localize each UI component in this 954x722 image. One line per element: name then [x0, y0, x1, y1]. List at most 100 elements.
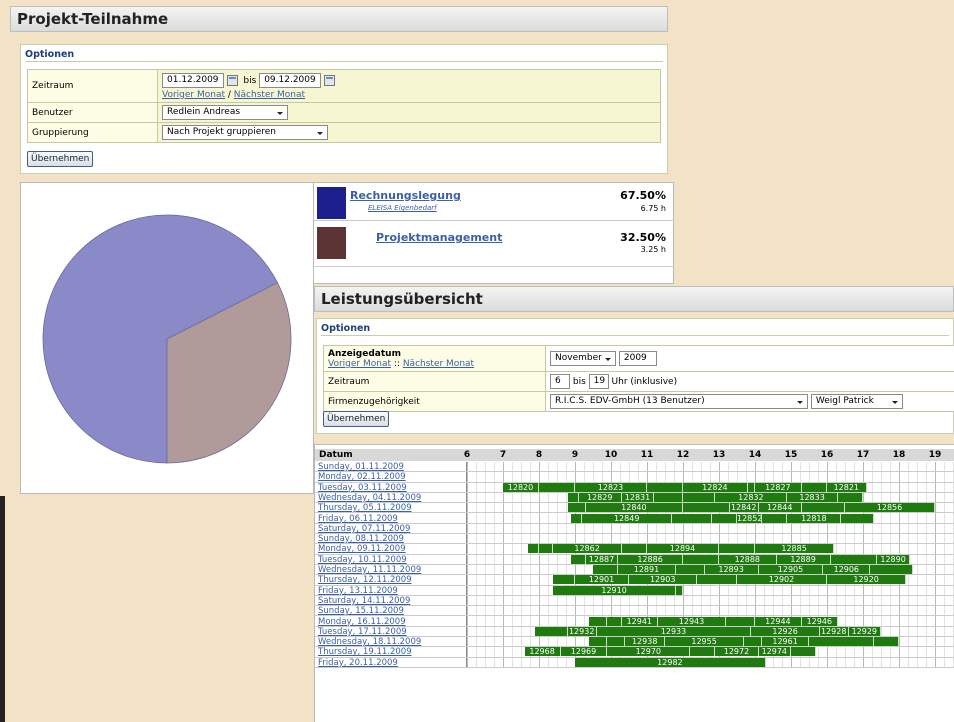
gantt-bar[interactable] — [711, 513, 737, 523]
gantt-bar[interactable]: 12856 — [845, 503, 935, 513]
gantt-bar[interactable] — [690, 647, 716, 657]
from-hour-input[interactable]: 6 — [550, 374, 570, 389]
gruppierung-select[interactable]: Nach Projekt gruppieren — [162, 125, 328, 140]
prev-month-link[interactable]: Voriger Monat — [162, 90, 225, 100]
gantt-bar[interactable]: 12969 — [560, 647, 608, 657]
gantt-bar[interactable]: 12932 — [567, 626, 597, 636]
gantt-bar[interactable] — [567, 503, 586, 513]
gantt-bar[interactable] — [762, 513, 788, 523]
gantt-bar[interactable]: 12890 — [877, 554, 910, 564]
gantt-bar[interactable]: 12920 — [827, 575, 907, 585]
gantt-bar[interactable]: 12887 — [585, 554, 619, 564]
gantt-bar[interactable] — [675, 585, 683, 595]
gantt-date-link[interactable]: Sunday, 15.11.2009 — [318, 606, 404, 616]
gantt-bar[interactable] — [683, 492, 716, 502]
gantt-bar[interactable] — [744, 637, 763, 647]
gantt-bar[interactable]: 12910 — [553, 585, 676, 595]
gantt-bar[interactable]: 12862 — [553, 544, 622, 554]
gantt-bar[interactable]: 12821 — [827, 482, 867, 492]
gantt-bar[interactable]: 12840 — [585, 503, 683, 513]
gantt-bar[interactable] — [654, 492, 683, 502]
next-month-link[interactable]: Nächster Monat — [234, 90, 305, 100]
gantt-bar[interactable] — [683, 503, 730, 513]
gantt-bar[interactable] — [675, 565, 705, 574]
gantt-bar[interactable]: 12831 — [621, 492, 655, 502]
gantt-bar[interactable] — [801, 503, 845, 513]
gantt-bar[interactable]: 12946 — [801, 616, 838, 626]
gantt-bar[interactable]: 12818 — [787, 513, 842, 523]
gantt-date-link[interactable]: Wednesday, 04.11.2009 — [318, 493, 421, 503]
gantt-bar[interactable]: 12902 — [737, 575, 827, 585]
gantt-bar[interactable]: 12901 — [575, 575, 629, 585]
gantt-bar[interactable] — [607, 616, 622, 626]
gantt-bar[interactable]: 12982 — [575, 657, 766, 667]
gantt-bar[interactable]: 12824 — [683, 482, 748, 492]
gantt-bar[interactable] — [607, 637, 626, 647]
gantt-bar[interactable]: 12893 — [704, 565, 759, 574]
apply-button[interactable]: Übernehmen — [27, 151, 94, 167]
gantt-bar[interactable] — [726, 616, 755, 626]
calendar-icon[interactable] — [226, 74, 238, 86]
gantt-bar[interactable]: 12926 — [751, 626, 820, 636]
gantt-date-link[interactable]: Tuesday, 17.11.2009 — [318, 627, 407, 637]
gantt-bar[interactable] — [873, 637, 899, 647]
benutzer-select[interactable]: Redlein Andreas — [162, 105, 288, 120]
gantt-bar[interactable] — [647, 482, 683, 492]
gantt-date-link[interactable]: Monday, 02.11.2009 — [318, 472, 406, 482]
gantt-bar[interactable] — [589, 637, 608, 647]
gantt-bar[interactable] — [841, 513, 874, 523]
apply-button[interactable]: Übernehmen — [323, 411, 390, 427]
gantt-bar[interactable] — [870, 565, 914, 574]
gantt-bar[interactable]: 12833 — [787, 492, 838, 502]
gantt-date-link[interactable]: Saturday, 14.11.2009 — [318, 596, 410, 606]
gantt-date-link[interactable]: Monday, 09.11.2009 — [318, 544, 406, 554]
gantt-date-link[interactable]: Sunday, 08.11.2009 — [318, 534, 404, 544]
gantt-bar[interactable] — [539, 544, 554, 554]
gantt-bar[interactable]: 12972 — [715, 647, 759, 657]
gantt-bar[interactable]: 12886 — [618, 554, 683, 564]
gantt-bar[interactable]: 12955 — [665, 637, 745, 647]
gantt-bar[interactable] — [593, 565, 619, 574]
gantt-bar[interactable]: 12933 — [596, 626, 752, 636]
gantt-bar[interactable]: 12829 — [578, 492, 622, 502]
legend-name[interactable]: Rechnungslegung — [350, 189, 461, 202]
gantt-bar[interactable]: 12820 — [503, 482, 539, 492]
gantt-date-link[interactable]: Thursday, 05.11.2009 — [318, 503, 412, 513]
gantt-bar[interactable]: 12905 — [758, 565, 824, 574]
gantt-date-link[interactable]: Tuesday, 03.11.2009 — [318, 483, 407, 493]
prev-month-link[interactable]: Voriger Monat — [328, 359, 391, 369]
gantt-bar[interactable]: 12943 — [657, 616, 727, 626]
month-select[interactable]: November — [550, 351, 616, 366]
gantt-date-link[interactable]: Thursday, 19.11.2009 — [318, 647, 412, 657]
gantt-bar[interactable]: 12974 — [758, 647, 791, 657]
gantt-bar[interactable]: 12944 — [755, 616, 802, 626]
legend-name[interactable]: Projektmanagement — [376, 231, 502, 244]
calendar-icon[interactable] — [323, 74, 335, 86]
gantt-bar[interactable] — [528, 544, 539, 554]
gantt-bar[interactable] — [567, 492, 579, 502]
gantt-bar[interactable] — [697, 575, 737, 585]
gantt-bar[interactable] — [621, 544, 647, 554]
gantt-bar[interactable] — [837, 492, 863, 502]
gantt-bar[interactable]: 12894 — [647, 544, 719, 554]
gantt-bar[interactable]: 12888 — [719, 554, 777, 564]
gantt-bar[interactable]: 12903 — [629, 575, 698, 585]
gantt-bar[interactable] — [830, 554, 878, 564]
date-from-input[interactable]: 01.12.2009 — [162, 72, 224, 88]
gantt-bar[interactable]: 12970 — [607, 647, 691, 657]
firma-select[interactable]: R.I.C.S. EDV-GmbH (13 Benutzer) — [550, 394, 808, 409]
gantt-date-link[interactable]: Sunday, 01.11.2009 — [318, 462, 404, 472]
gantt-bar[interactable]: 12844 — [758, 503, 802, 513]
gantt-bar[interactable] — [801, 482, 827, 492]
gantt-date-link[interactable]: Wednesday, 18.11.2009 — [318, 637, 421, 647]
next-month-link[interactable]: Nächster Monat — [403, 359, 474, 369]
gantt-date-link[interactable]: Friday, 13.11.2009 — [318, 586, 398, 596]
gantt-bar[interactable]: 12832 — [715, 492, 788, 502]
gantt-bar[interactable] — [589, 616, 608, 626]
gantt-date-link[interactable]: Saturday, 07.11.2009 — [318, 524, 410, 534]
gantt-bar[interactable]: 12823 — [575, 482, 647, 492]
gantt-bar[interactable] — [571, 554, 586, 564]
gantt-bar[interactable] — [809, 637, 874, 647]
gantt-date-link[interactable]: Friday, 20.11.2009 — [318, 658, 398, 668]
gantt-bar[interactable]: 12906 — [823, 565, 871, 574]
